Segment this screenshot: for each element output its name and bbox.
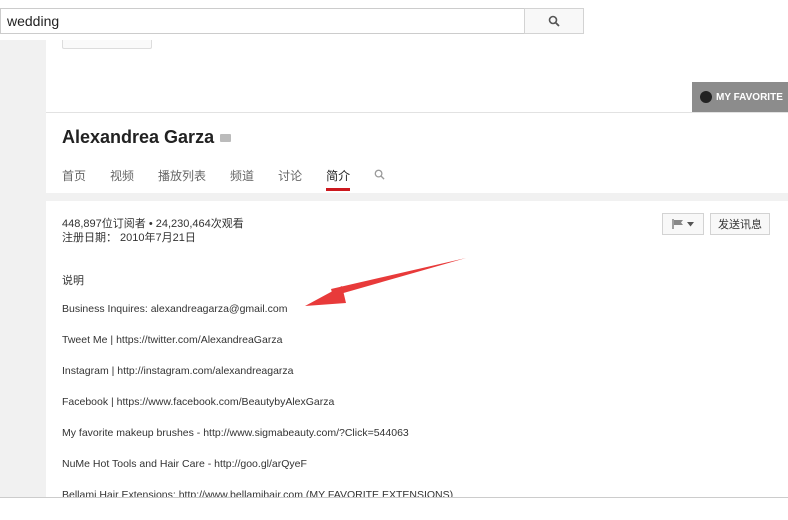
channel-banner: MY FAVORITE xyxy=(46,40,788,113)
description-heading: 说明 xyxy=(62,275,84,287)
tab-about[interactable]: 简介 xyxy=(326,165,351,191)
page-gutter xyxy=(0,40,22,497)
channel-header: Alexandrea Garza 首页 视频 播放列表 频道 讨论 简介 xyxy=(46,113,788,193)
about-section: 448,897位订阅者 • 24,230,464次观看 注册日期： 2010年7… xyxy=(46,201,788,501)
bottom-area xyxy=(0,498,788,517)
description-line: Instagram | http://instagram.com/alexand… xyxy=(62,365,294,377)
description-line: NuMe Hot Tools and Hair Care - http://go… xyxy=(62,458,307,470)
flag-icon xyxy=(672,219,683,229)
send-message-button[interactable]: 发送讯息 xyxy=(710,213,770,235)
dropdown-caret-icon xyxy=(687,221,694,226)
channel-search-button[interactable] xyxy=(374,165,385,193)
joined-date: 注册日期： 2010年7月21日 xyxy=(62,232,196,244)
top-bar xyxy=(0,0,788,40)
report-flag-button[interactable] xyxy=(662,213,704,235)
tab-playlists[interactable]: 播放列表 xyxy=(158,165,206,191)
channel-tabs: 首页 视频 播放列表 频道 讨论 简介 xyxy=(62,165,385,193)
channel-title: Alexandrea Garza xyxy=(62,127,232,148)
section-divider xyxy=(46,193,788,201)
tab-channels[interactable]: 频道 xyxy=(230,165,254,191)
search-button[interactable] xyxy=(524,8,584,34)
tab-videos[interactable]: 视频 xyxy=(110,165,134,191)
tab-home[interactable]: 首页 xyxy=(62,165,86,191)
description-list: Business Inquires: alexandreagarza@gmail… xyxy=(62,303,453,520)
left-strip xyxy=(22,40,46,497)
search-icon xyxy=(548,15,560,27)
verified-badge-icon xyxy=(220,134,232,143)
favorite-link-button[interactable]: MY FAVORITE xyxy=(692,82,788,112)
search-input[interactable] xyxy=(0,8,524,34)
favorite-link-label: MY FAVORITE xyxy=(716,91,783,103)
search-icon xyxy=(374,169,385,180)
channel-name-text: Alexandrea Garza xyxy=(62,127,215,147)
description-line: Business Inquires: alexandreagarza@gmail… xyxy=(62,303,288,315)
tab-discussion[interactable]: 讨论 xyxy=(278,165,302,191)
description-line: My favorite makeup brushes - http://www.… xyxy=(62,427,409,439)
description-line: Tweet Me | https://twitter.com/Alexandre… xyxy=(62,334,283,346)
favorite-logo-icon xyxy=(700,91,712,103)
banner-tab xyxy=(62,40,152,49)
description-line: Facebook | https://www.facebook.com/Beau… xyxy=(62,396,335,408)
